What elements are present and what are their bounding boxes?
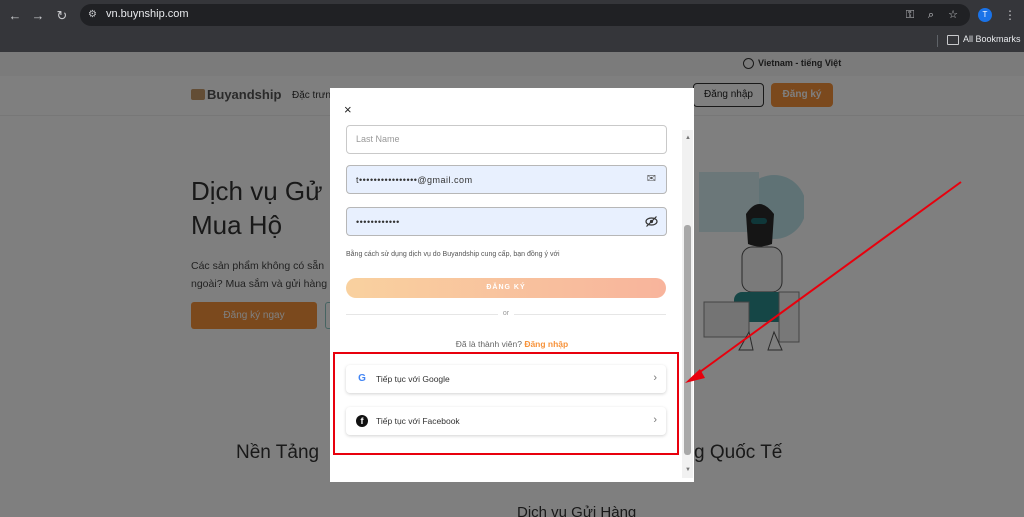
back-icon[interactable]: ← [6, 7, 24, 25]
menu-icon[interactable]: ⋮ [1004, 7, 1016, 23]
url-text: vn.buynship.com [106, 8, 189, 20]
zoom-icon[interactable]: ⌕ [924, 8, 938, 22]
bookmarks-divider [937, 35, 938, 47]
scroll-thumb[interactable] [684, 225, 691, 455]
browser-chrome: ← → ↻ ⚙ vn.buynship.com ⚿ ⌕ ☆ T ⋮ All Bo… [0, 0, 1024, 52]
address-bar[interactable]: ⚙ vn.buynship.com ⚿ ⌕ ☆ [80, 4, 970, 26]
scroll-down-icon[interactable]: ▼ [685, 467, 691, 473]
star-icon[interactable]: ☆ [946, 8, 960, 22]
last-name-placeholder: Last Name [356, 134, 400, 144]
reload-icon[interactable]: ↻ [53, 7, 71, 25]
folder-icon[interactable] [947, 35, 959, 45]
all-bookmarks-label[interactable]: All Bookmarks [963, 34, 1021, 44]
eye-slash-icon[interactable] [645, 215, 658, 228]
terms-text: Bằng cách sử dụng dịch vụ do Buyandship … [346, 251, 560, 258]
password-value: •••••••••••• [356, 217, 400, 227]
already-member-text: Đã là thành viên? [455, 339, 522, 349]
already-member-line: Đã là thành viên? Đăng nhập [330, 339, 694, 349]
close-icon[interactable]: × [344, 103, 356, 116]
password-field[interactable]: •••••••••••• [346, 207, 667, 236]
site-info-icon[interactable]: ⚙ [88, 9, 100, 21]
password-key-icon[interactable]: ⚿ [903, 8, 917, 22]
forward-icon[interactable]: → [29, 7, 47, 25]
login-link[interactable]: Đăng nhập [524, 339, 568, 349]
modal-scrollbar[interactable]: ▲ ▼ [682, 130, 693, 478]
email-value: t••••••••••••••••@gmail.com [356, 175, 473, 185]
email-field[interactable]: t••••••••••••••••@gmail.com ✉ [346, 165, 667, 194]
annotation-highlight-box [333, 352, 679, 455]
scroll-up-icon[interactable]: ▲ [685, 135, 691, 141]
register-button[interactable]: ĐĂNG KÝ [346, 278, 666, 298]
last-name-field[interactable]: Last Name [346, 125, 667, 154]
mail-icon: ✉ [646, 173, 657, 185]
bookmarks-bar: All Bookmarks [0, 30, 1024, 52]
or-label: or [498, 310, 514, 317]
avatar[interactable]: T [978, 8, 992, 22]
